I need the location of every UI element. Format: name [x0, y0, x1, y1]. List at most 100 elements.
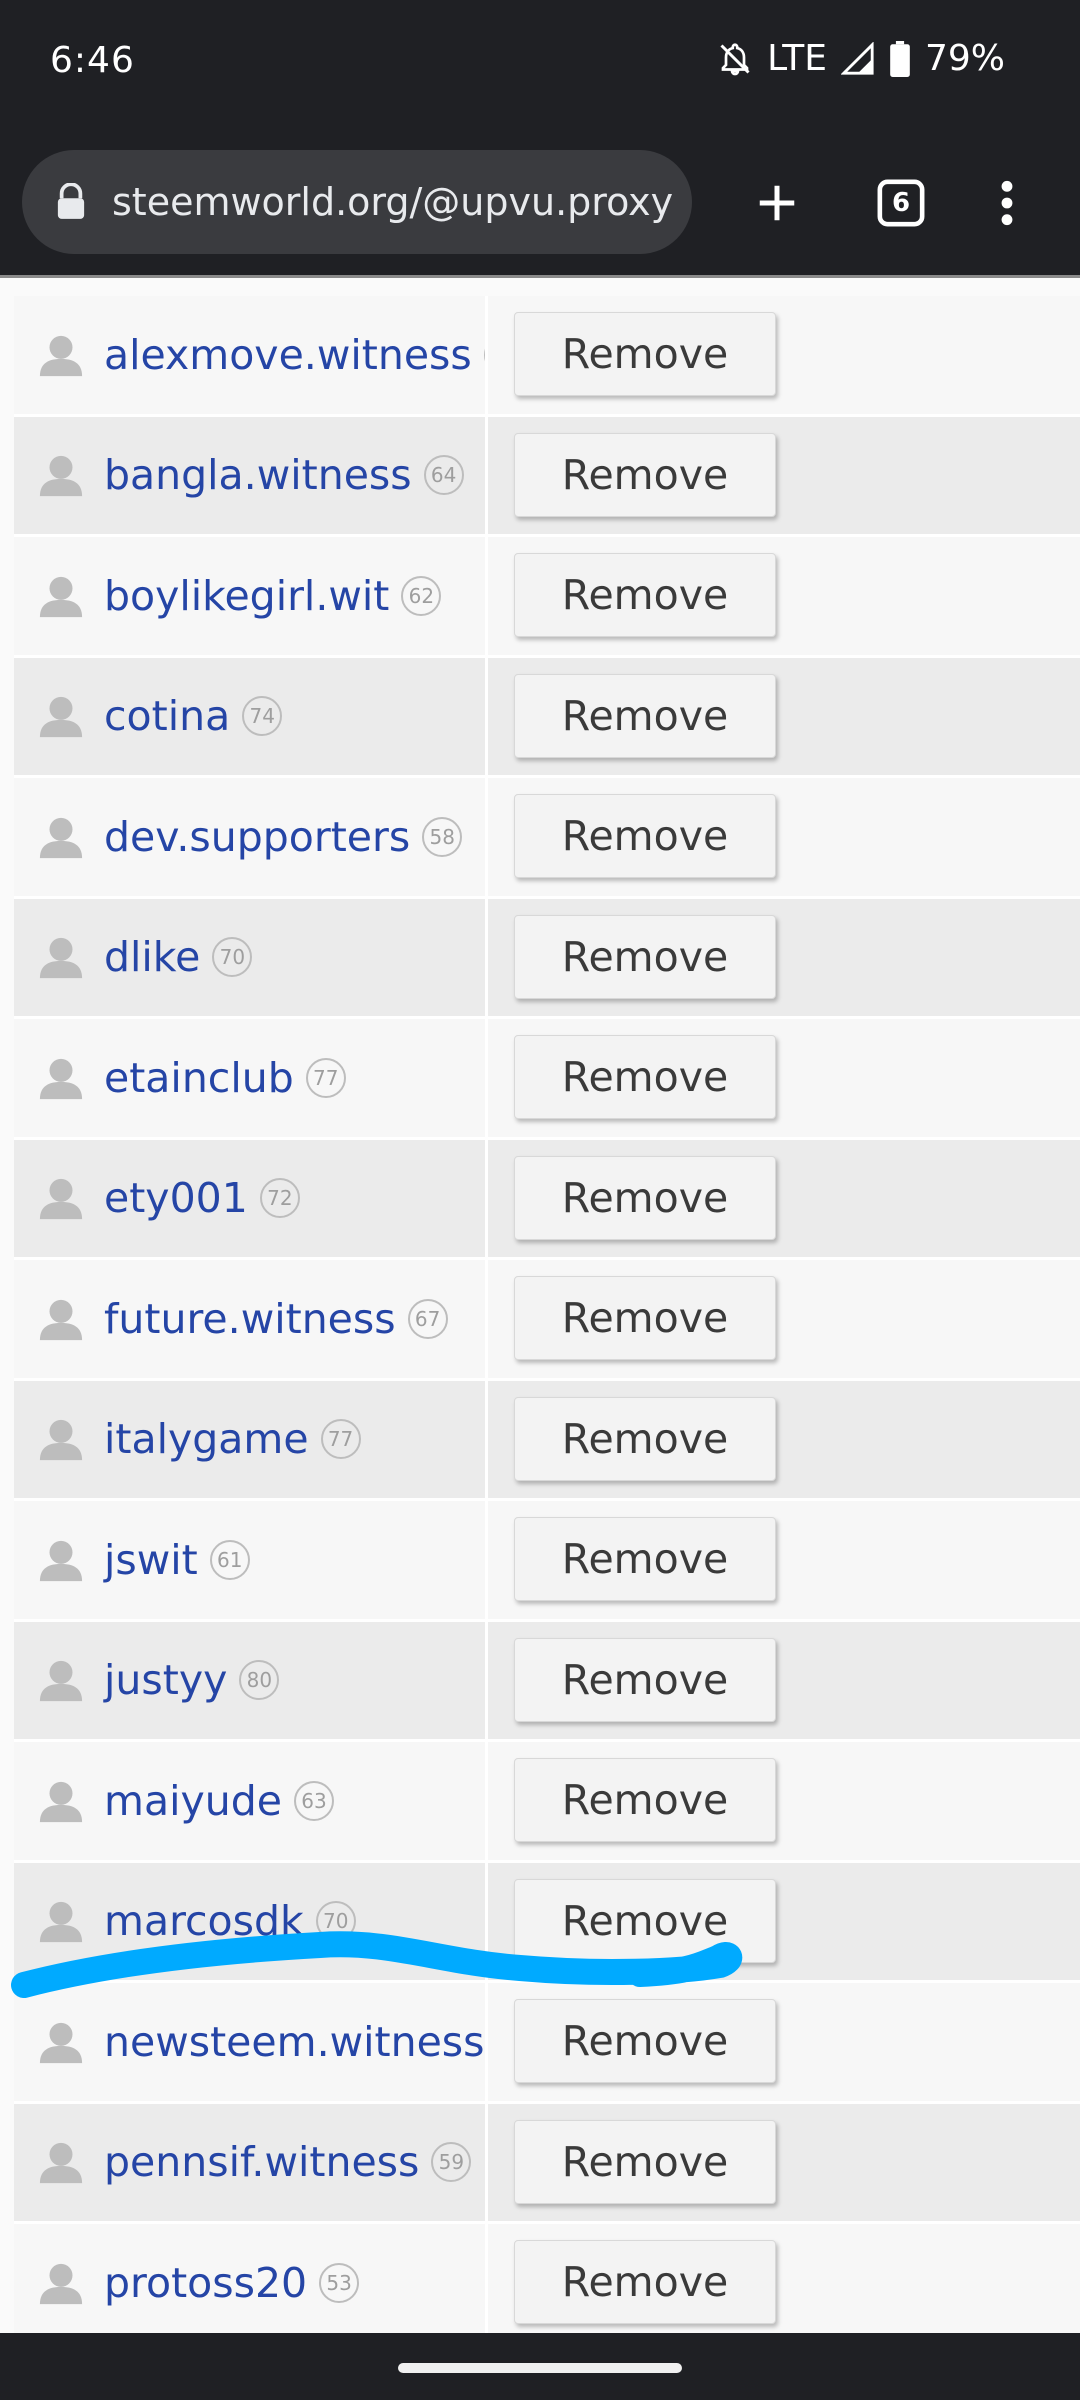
menu-icon: [1001, 180, 1013, 226]
remove-button[interactable]: Remove: [514, 1396, 776, 1481]
home-gesture-bar[interactable]: [398, 2363, 682, 2373]
list-item: bangla.witness 64 Remove: [14, 416, 1080, 537]
menu-button[interactable]: [962, 158, 1052, 248]
bell-off-icon: [720, 42, 750, 75]
user-icon: [39, 1420, 83, 1461]
action-cell: Remove: [488, 1260, 1080, 1378]
remove-button[interactable]: Remove: [514, 1035, 776, 1119]
user-cell: ety001 72: [14, 1139, 488, 1257]
list-item: marcosdk 70 Remove: [14, 1862, 1080, 1983]
remove-button[interactable]: Remove: [514, 553, 776, 637]
username-link[interactable]: alexmove.witness: [104, 331, 472, 379]
action-cell: Remove: [488, 1501, 1080, 1619]
reputation-badge: 58: [422, 816, 463, 857]
battery-level: 79%: [924, 38, 1005, 79]
username-link[interactable]: etainclub: [104, 1054, 294, 1102]
signal-icon: [840, 41, 874, 75]
list-item: newsteem.witness4 Remove: [14, 1983, 1080, 2104]
user-icon: [39, 2022, 83, 2063]
user-cell: dlike 70: [14, 898, 488, 1016]
remove-button[interactable]: Remove: [514, 1999, 776, 2083]
action-cell: Remove: [488, 417, 1080, 535]
user-cell: maiyude 63: [14, 1742, 488, 1860]
list-item: alexmove.witness64 Remove: [14, 296, 1080, 417]
new-tab-icon: [759, 185, 795, 221]
username-link[interactable]: future.witness: [104, 1295, 396, 1343]
list-item: maiyude 63 Remove: [14, 1742, 1080, 1863]
user-icon: [39, 697, 83, 738]
user-icon: [39, 938, 83, 979]
list-item: etainclub 77 Remove: [14, 1019, 1080, 1140]
remove-button[interactable]: Remove: [514, 2119, 776, 2204]
list-item: future.witness 67 Remove: [14, 1260, 1080, 1381]
reputation-badge: 59: [431, 2142, 472, 2183]
user-cell: jswit 61: [14, 1501, 488, 1619]
remove-button[interactable]: Remove: [514, 1517, 776, 1601]
remove-button[interactable]: Remove: [514, 1758, 776, 1842]
username-link[interactable]: dlike: [104, 933, 200, 981]
status-bar: 6:46 LTE 79%: [0, 0, 1080, 130]
action-cell: Remove: [488, 1381, 1080, 1499]
url-text[interactable]: steemworld.org/@upvu.proxy: [112, 180, 673, 224]
username-link[interactable]: jswit: [104, 1536, 198, 1584]
user-cell: etainclub 77: [14, 1019, 488, 1137]
user-icon: [39, 576, 83, 617]
reputation-badge: 77: [305, 1057, 346, 1098]
action-cell: Remove: [488, 778, 1080, 896]
remove-button[interactable]: Remove: [514, 1878, 776, 1963]
username-link[interactable]: bangla.witness: [104, 451, 412, 499]
list-item: protoss20 53 Remove: [14, 2224, 1080, 2333]
list-item: italygame 77 Remove: [14, 1380, 1080, 1501]
remove-button[interactable]: Remove: [514, 1637, 776, 1722]
user-icon: [39, 2143, 83, 2184]
username-link[interactable]: ety001: [104, 1174, 248, 1222]
navigation-bar: [0, 2333, 1080, 2400]
lock-icon[interactable]: [56, 183, 86, 221]
remove-button[interactable]: Remove: [514, 1155, 776, 1240]
new-tab-button[interactable]: [732, 158, 822, 248]
reputation-badge: 70: [212, 937, 253, 978]
user-icon: [39, 1540, 83, 1581]
action-cell: Remove: [488, 1622, 1080, 1740]
list-item: ety001 72 Remove: [14, 1139, 1080, 1260]
remove-button[interactable]: Remove: [514, 794, 776, 878]
action-cell: Remove: [488, 2224, 1080, 2333]
remove-button[interactable]: Remove: [514, 2240, 776, 2324]
username-link[interactable]: justyy: [104, 1656, 227, 1704]
user-cell: alexmove.witness64: [14, 296, 488, 414]
reputation-badge: 77: [320, 1419, 361, 1460]
remove-button[interactable]: Remove: [514, 673, 776, 758]
remove-button[interactable]: Remove: [514, 1276, 776, 1360]
username-link[interactable]: maiyude: [104, 1777, 282, 1825]
remove-button[interactable]: Remove: [514, 914, 776, 999]
user-cell: marcosdk 70: [14, 1862, 488, 1980]
action-cell: Remove: [488, 1983, 1080, 2101]
page-content: alexmove.witness64 Remove bangla.witness 64…: [0, 275, 1080, 2333]
list-item: justyy 80 Remove: [14, 1621, 1080, 1742]
user-icon: [39, 1299, 83, 1340]
user-icon: [39, 817, 83, 858]
user-icon: [39, 2263, 83, 2304]
reputation-badge: 74: [242, 696, 283, 737]
action-cell: Remove: [488, 1863, 1080, 1981]
username-link[interactable]: marcosdk: [104, 1897, 304, 1945]
action-cell: Remove: [488, 537, 1080, 655]
username-link[interactable]: dev.supporters: [104, 813, 410, 861]
action-cell: Remove: [488, 899, 1080, 1017]
user-icon: [39, 1902, 83, 1943]
user-cell: future.witness 67: [14, 1260, 488, 1378]
username-link[interactable]: italygame: [104, 1415, 309, 1463]
username-link[interactable]: newsteem.witness: [104, 2018, 485, 2066]
user-cell: boylikegirl.wit 62: [14, 537, 488, 655]
user-cell: protoss20 53: [14, 2224, 488, 2333]
username-link[interactable]: protoss20: [104, 2259, 307, 2307]
tabs-button[interactable]: 6: [856, 158, 946, 248]
username-link[interactable]: pennsif.witness: [104, 2138, 419, 2186]
url-bar[interactable]: steemworld.org/@upvu.proxy: [22, 150, 692, 254]
remove-button[interactable]: Remove: [514, 312, 776, 396]
list-item: dev.supporters 58 Remove: [14, 778, 1080, 899]
username-link[interactable]: cotina: [104, 692, 230, 740]
username-link[interactable]: boylikegirl.wit: [104, 572, 389, 620]
list-item: jswit 61 Remove: [14, 1501, 1080, 1622]
remove-button[interactable]: Remove: [514, 432, 776, 517]
